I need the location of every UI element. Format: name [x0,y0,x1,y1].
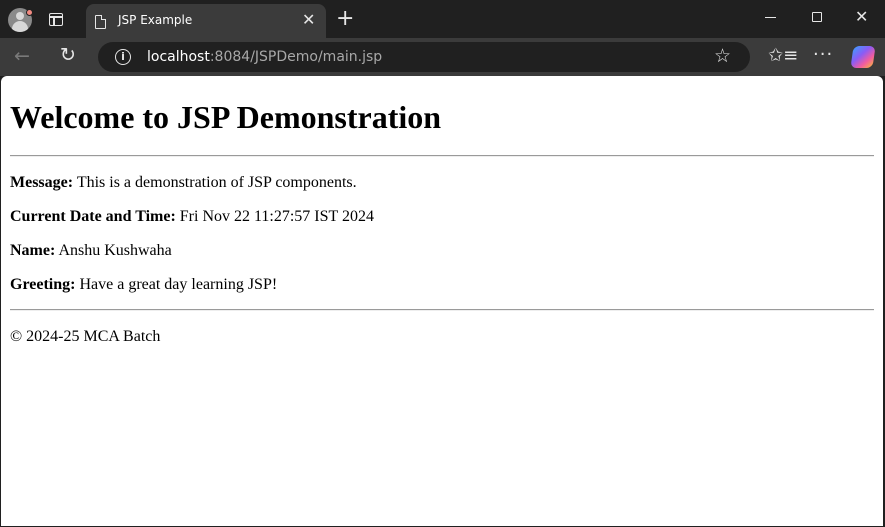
avatar-body [12,21,28,32]
message-value: This is a demonstration of JSP component… [76,174,357,191]
back-arrow-icon[interactable]: ← [14,46,30,66]
divider-bottom [10,309,874,311]
greeting-label: Greeting: [10,276,76,293]
name-line: Name: Anshu Kushwaha [10,242,172,260]
greeting-value: Have a great day learning JSP! [79,276,278,293]
reload-icon[interactable]: ↻ [60,45,76,65]
tab-title: JSP Example [118,13,193,27]
title-bar: JSP Example ✕ + ✕ [0,0,885,38]
message-label: Message: [10,174,74,191]
more-menu-icon[interactable]: ··· [813,44,833,65]
message-line: Message: This is a demonstration of JSP … [10,174,357,192]
url-path: :8084/JSPDemo/main.jsp [209,49,383,65]
greeting-line: Greeting: Have a great day learning JSP! [10,276,277,294]
close-icon[interactable]: ✕ [855,8,868,26]
copilot-icon[interactable] [850,46,876,68]
datetime-label: Current Date and Time: [10,208,176,225]
url-text[interactable]: localhost:8084/JSPDemo/main.jsp [147,49,382,65]
url-host: localhost [147,49,210,65]
page-content: Welcome to JSP Demonstration Message: Th… [1,76,883,526]
tab-actions-icon[interactable] [49,13,63,26]
address-bar[interactable]: i localhost:8084/JSPDemo/main.jsp ☆ [98,42,750,72]
footer-text: © 2024-25 MCA Batch [10,328,161,345]
new-tab-button[interactable]: + [336,8,354,30]
datetime-line: Current Date and Time: Fri Nov 22 11:27:… [10,208,374,226]
favorites-icon[interactable]: ✩≡ [768,45,798,66]
minimize-icon[interactable] [765,17,776,18]
name-value: Anshu Kushwaha [58,242,172,259]
datetime-value: Fri Nov 22 11:27:57 IST 2024 [179,208,375,225]
star-icon[interactable]: ☆ [714,45,731,67]
page-title: Welcome to JSP Demonstration [10,99,442,135]
info-icon[interactable]: i [115,49,131,65]
browser-tab[interactable]: JSP Example ✕ [86,4,326,38]
profile-notification-badge [26,9,33,16]
name-label: Name: [10,242,56,259]
maximize-icon[interactable] [812,12,822,22]
document-icon [95,15,106,29]
avatar-head [16,12,24,20]
tab-close-button[interactable]: ✕ [302,12,315,30]
divider-top [10,155,874,157]
browser-toolbar: ← ↻ i localhost:8084/JSPDemo/main.jsp ☆ … [0,38,885,76]
